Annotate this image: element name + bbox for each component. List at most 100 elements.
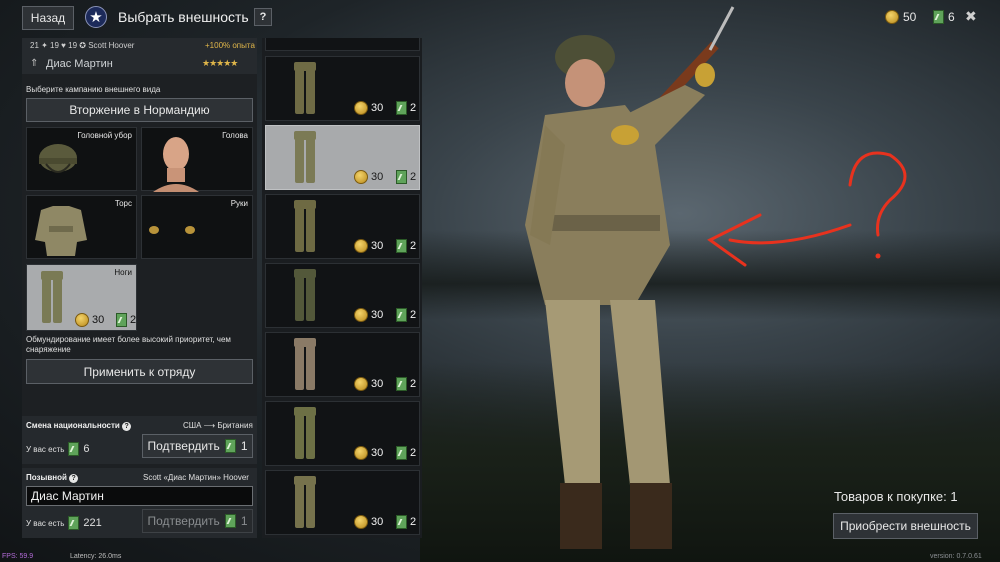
ticket-icon	[396, 446, 407, 460]
slot-label: Торс	[114, 199, 132, 208]
back-button[interactable]: Назад	[22, 6, 74, 30]
item-ticket-price: 2	[396, 515, 416, 529]
slot-ticket-price: 2	[116, 313, 136, 327]
coin-icon	[885, 10, 899, 24]
trousers-icon	[294, 62, 316, 117]
coin-icon	[354, 515, 368, 529]
callsign-preview: Scott «Диас Мартин» Hoover	[143, 473, 249, 482]
confirm-nationality-button[interactable]: Подтвердить 1	[142, 434, 253, 458]
ticket-icon	[396, 101, 407, 115]
slot-label: Руки	[230, 199, 248, 208]
trousers-icon	[294, 269, 316, 324]
slot-legs[interactable]: Ноги 30 2	[26, 264, 137, 331]
list-item[interactable]: 30 2	[265, 125, 420, 190]
nationality-route: США ⟶ Британия	[183, 421, 253, 430]
ticket-icon	[116, 313, 127, 327]
priority-note: Обмундирование имеет более высокий приор…	[26, 335, 231, 354]
item-price: 30	[354, 239, 383, 253]
slot-head[interactable]: Голова	[141, 127, 253, 192]
coin-icon	[75, 313, 89, 327]
callsign-title: Позывной ?	[26, 473, 79, 483]
slot-headgear[interactable]: Головной убор	[26, 127, 137, 191]
info-icon: ?	[122, 422, 132, 431]
purchase-appearance-button[interactable]: Приобрести внешность	[833, 513, 978, 539]
ticket-icon	[396, 170, 407, 184]
ticket-icon	[396, 377, 407, 391]
apply-to-squad-button[interactable]: Применить к отряду	[26, 359, 253, 384]
item-ticket-price: 2	[396, 170, 416, 184]
fps-counter: FPS: 59.9	[2, 553, 34, 560]
jacket-icon	[35, 206, 87, 256]
list-item[interactable]: 30 2	[265, 263, 420, 328]
ticket-icon	[396, 308, 407, 322]
trousers-icon	[294, 200, 316, 255]
nationality-balance: У вас есть 6	[26, 442, 90, 456]
item-price: 30	[354, 308, 383, 322]
slot-torso[interactable]: Торс	[26, 195, 137, 259]
page-title: Выбрать внешность	[118, 9, 249, 25]
trousers-icon	[294, 338, 316, 393]
campaign-label: Выберите кампанию внешнего вида	[26, 85, 161, 94]
slot-label: Голова	[222, 131, 248, 140]
ticket-icon	[933, 10, 944, 24]
slot-label: Ноги	[114, 268, 132, 277]
coin-icon	[354, 239, 368, 253]
soldier-model	[525, 6, 735, 549]
trousers-icon	[294, 131, 316, 186]
slot-price: 30	[75, 313, 104, 327]
exp-bonus: +100% опыта	[205, 41, 255, 50]
help-button[interactable]: ?	[254, 8, 272, 26]
soldier-stats: 21 ✦ 19 ♥ 19 ✪ Scott Hoover	[30, 41, 135, 50]
latency-readout: Latency: 26.0ms	[70, 553, 122, 560]
rating-stars: ★★★★★	[202, 58, 238, 68]
item-ticket-price: 2	[396, 446, 416, 460]
trousers-icon	[294, 476, 316, 531]
coin-icon	[354, 170, 368, 184]
trousers-icon	[41, 271, 63, 326]
annotation-arrow-icon	[707, 151, 907, 267]
helmet-icon	[39, 144, 77, 173]
close-icon[interactable]: ✖	[965, 8, 977, 25]
coin-icon	[354, 377, 368, 391]
list-item[interactable]: 30 2	[265, 401, 420, 466]
ticket-icon	[396, 515, 407, 529]
item-ticket-price: 2	[396, 308, 416, 322]
ticket-icon	[396, 239, 407, 253]
list-item[interactable]: 30 2	[265, 470, 420, 535]
version-label: version: 0.7.0.61	[930, 553, 982, 560]
item-price: 30	[354, 170, 383, 184]
callsign-input[interactable]	[26, 486, 253, 506]
coin-icon	[354, 446, 368, 460]
slot-hands[interactable]: Руки	[141, 195, 253, 259]
confirm-callsign-button[interactable]: Подтвердить 1	[142, 509, 253, 533]
rank-icon: ⇑	[30, 58, 39, 69]
gloves-icon	[149, 226, 195, 234]
list-item[interactable]: 30 2	[265, 332, 420, 397]
info-icon: ?	[69, 474, 79, 483]
list-item[interactable]: 30 2	[265, 56, 420, 121]
coin-icon	[354, 308, 368, 322]
ticket-count: 6	[948, 10, 955, 24]
list-item[interactable]: 30 2	[265, 194, 420, 259]
item-ticket-price: 2	[396, 101, 416, 115]
campaign-select-button[interactable]: Вторжение в Нормандию	[26, 98, 253, 122]
coin-balance: 50	[885, 10, 916, 24]
item-price: 30	[354, 377, 383, 391]
coin-count: 50	[903, 10, 917, 24]
ticket-icon	[224, 514, 236, 528]
callsign-balance: У вас есть 221	[26, 516, 102, 530]
ticket-balance: 6	[933, 10, 955, 24]
trousers-icon	[294, 407, 316, 462]
item-ticket-price: 2	[396, 239, 416, 253]
item-price: 30	[354, 446, 383, 460]
game-scene: Назад ★ Выбрать внешность ? 50 6 ✖ 21 ✦ …	[0, 0, 1000, 562]
list-item[interactable]	[265, 38, 420, 51]
item-price: 30	[354, 515, 383, 529]
ticket-icon	[224, 439, 236, 453]
items-to-buy: Товаров к покупке: 1	[834, 489, 958, 504]
item-price: 30	[354, 101, 383, 115]
trousers-list[interactable]: 30 2 30 2 30 2 30 2 30 2 30 2 30 2	[262, 38, 422, 538]
ticket-icon	[68, 442, 80, 456]
coin-icon	[354, 101, 368, 115]
soldier-name: Диас Мартин	[46, 58, 113, 70]
